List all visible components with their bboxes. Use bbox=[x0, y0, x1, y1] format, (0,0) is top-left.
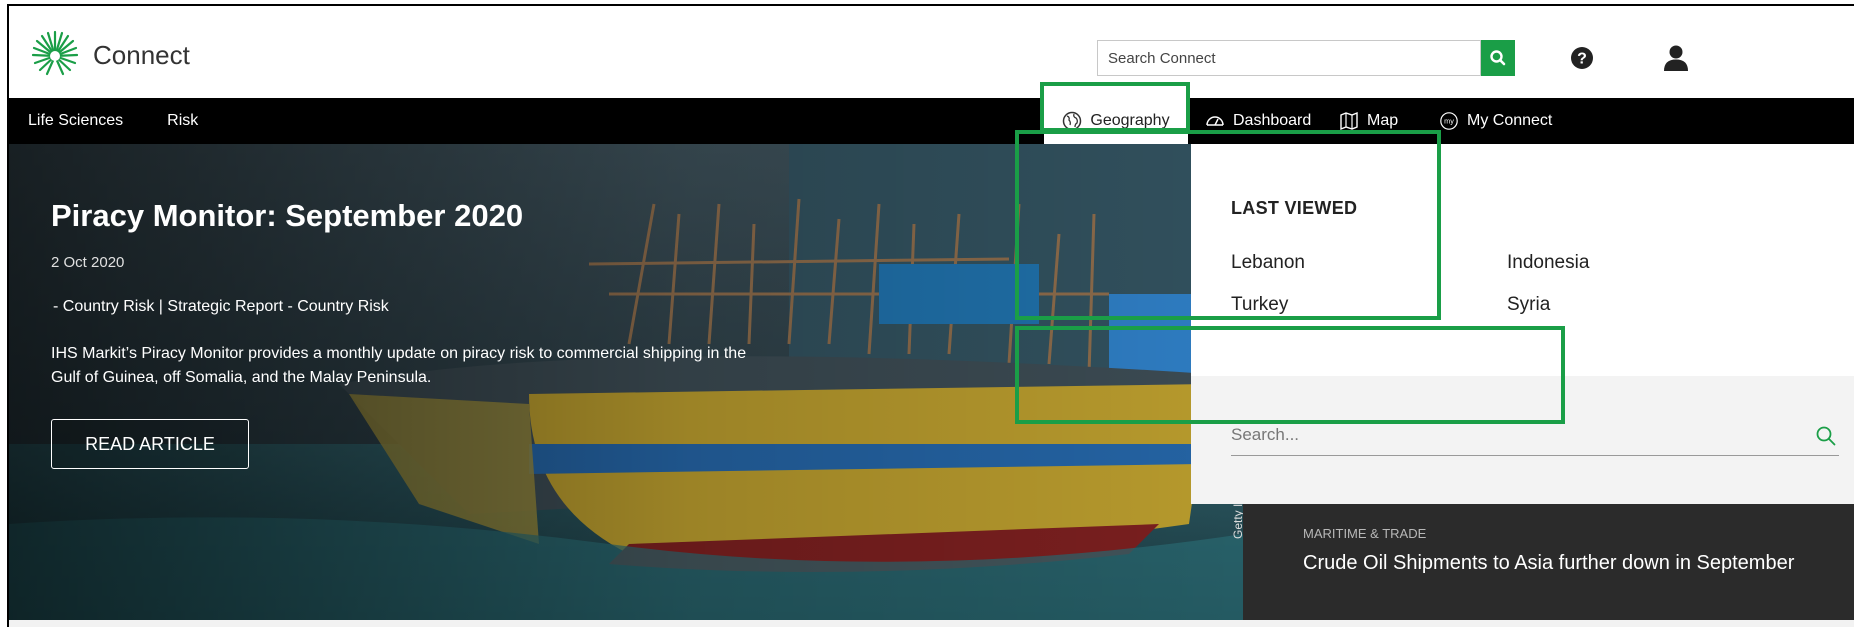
nav-left-links: Life Sciences Risk bbox=[28, 98, 198, 144]
nav-life-sciences[interactable]: Life Sciences bbox=[28, 112, 123, 130]
geography-dropdown: LAST VIEWED Lebanon Indonesia Turkey Syr… bbox=[1191, 144, 1854, 504]
hero-banner: Piracy Monitor: September 2020 2 Oct 202… bbox=[9, 144, 1243, 627]
hero-date: 2 Oct 2020 bbox=[51, 254, 125, 271]
global-search-button[interactable] bbox=[1481, 40, 1515, 76]
logo-icon[interactable] bbox=[31, 28, 79, 76]
nav-dashboard-label: Dashboard bbox=[1233, 112, 1312, 129]
globe-icon bbox=[1063, 111, 1082, 131]
nav-my-connect[interactable]: my My Connect bbox=[1439, 98, 1552, 144]
last-viewed-title: LAST VIEWED bbox=[1231, 198, 1358, 218]
geography-search-section bbox=[1191, 376, 1854, 504]
last-viewed-item[interactable]: Turkey bbox=[1231, 294, 1288, 316]
geography-search-box bbox=[1231, 416, 1839, 456]
map-icon bbox=[1340, 111, 1358, 131]
my-connect-icon: my bbox=[1440, 112, 1458, 130]
app-frame: Connect ? Life Sciences Risk bbox=[7, 4, 1854, 627]
side-story-category: MARITIME & TRADE bbox=[1303, 526, 1427, 541]
nav-map[interactable]: Map bbox=[1339, 98, 1398, 144]
svg-text:?: ? bbox=[1577, 51, 1587, 68]
brand-name[interactable]: Connect bbox=[93, 40, 190, 71]
search-icon bbox=[1490, 50, 1506, 66]
nav-risk[interactable]: Risk bbox=[167, 112, 198, 130]
side-story-title[interactable]: Crude Oil Shipments to Asia further down… bbox=[1303, 552, 1794, 575]
header: Connect ? bbox=[9, 6, 1854, 98]
nav-map-label: Map bbox=[1367, 112, 1399, 129]
last-viewed-item[interactable]: Lebanon bbox=[1231, 252, 1305, 274]
hero-title[interactable]: Piracy Monitor: September 2020 bbox=[51, 198, 523, 234]
side-story-card[interactable]: MARITIME & TRADE Crude Oil Shipments to … bbox=[1243, 504, 1854, 620]
geography-search-input[interactable] bbox=[1231, 416, 1791, 454]
search-icon[interactable] bbox=[1815, 425, 1837, 447]
svg-text:my: my bbox=[1444, 117, 1454, 126]
nav-geography-label: Geography bbox=[1090, 112, 1170, 129]
main-navbar: Life Sciences Risk Geography Dashboard M… bbox=[9, 98, 1854, 144]
read-article-button[interactable]: READ ARTICLE bbox=[51, 419, 249, 469]
nav-dashboard[interactable]: Dashboard bbox=[1205, 98, 1311, 144]
last-viewed-item[interactable]: Syria bbox=[1507, 294, 1550, 316]
global-search-box bbox=[1097, 40, 1481, 76]
dashboard-icon bbox=[1206, 116, 1224, 126]
global-search-input[interactable] bbox=[1098, 41, 1438, 75]
hero-description: IHS Markit’s Piracy Monitor provides a m… bbox=[51, 345, 747, 386]
user-icon[interactable] bbox=[1663, 44, 1689, 72]
nav-my-connect-label: My Connect bbox=[1467, 112, 1553, 129]
nav-geography[interactable]: Geography bbox=[1044, 98, 1188, 144]
help-icon[interactable]: ? bbox=[1570, 46, 1594, 70]
last-viewed-item[interactable]: Indonesia bbox=[1507, 252, 1589, 274]
hero-category: - Country Risk | Strategic Report - Coun… bbox=[53, 298, 389, 315]
bottom-strip bbox=[9, 620, 1854, 627]
